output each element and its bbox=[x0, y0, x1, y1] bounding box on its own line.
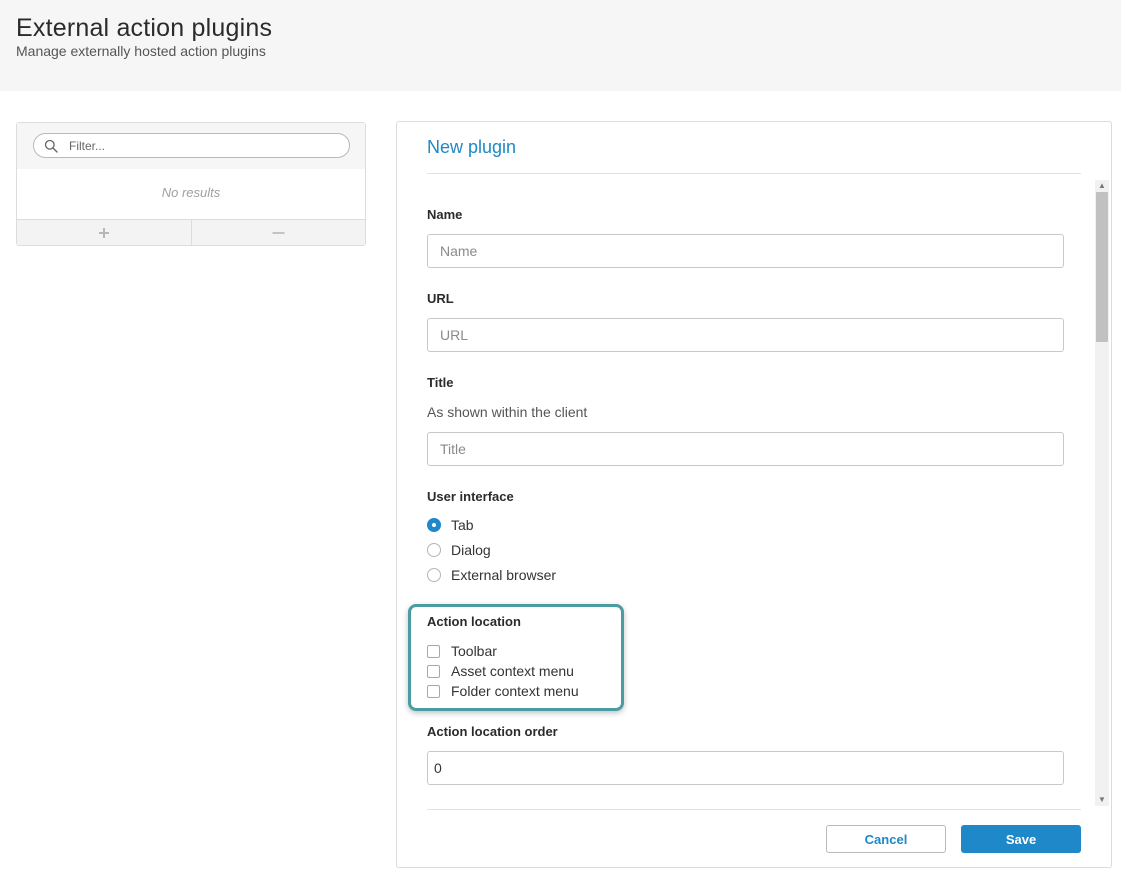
checkbox-label: Toolbar bbox=[451, 643, 497, 659]
title-input[interactable] bbox=[427, 432, 1064, 466]
title-hint: As shown within the client bbox=[427, 404, 588, 420]
radio-option-tab[interactable]: Tab bbox=[427, 517, 474, 533]
action-location-label: Action location bbox=[427, 614, 521, 629]
filter-box[interactable] bbox=[33, 133, 350, 158]
radio-option-external-browser[interactable]: External browser bbox=[427, 567, 556, 583]
save-button[interactable]: Save bbox=[961, 825, 1081, 853]
form-scroll-area[interactable]: Name URL Title As shown within the clien… bbox=[397, 178, 1111, 806]
checkbox[interactable] bbox=[427, 644, 440, 658]
scroll-down-arrow-icon[interactable]: ▼ bbox=[1095, 794, 1109, 806]
checkbox-option-toolbar[interactable]: Toolbar bbox=[427, 643, 497, 659]
name-input[interactable] bbox=[427, 234, 1064, 268]
remove-plugin-button[interactable] bbox=[190, 220, 366, 245]
title-label: Title bbox=[427, 375, 454, 390]
minus-icon bbox=[272, 231, 285, 234]
search-icon bbox=[44, 139, 58, 153]
plugin-form-panel: New plugin Name URL Title As shown withi… bbox=[396, 121, 1112, 868]
url-label: URL bbox=[427, 291, 454, 306]
filter-input[interactable] bbox=[69, 136, 339, 155]
radio-label: External browser bbox=[451, 567, 557, 583]
radio-label: Dialog bbox=[451, 542, 491, 558]
page-header: External action plugins Manage externall… bbox=[0, 0, 1121, 91]
filter-bar bbox=[17, 123, 365, 169]
scroll-up-arrow-icon[interactable]: ▲ bbox=[1095, 180, 1109, 192]
page-title: External action plugins bbox=[16, 14, 273, 42]
form-footer-divider bbox=[427, 809, 1081, 810]
checkbox-option-folder-context-menu[interactable]: Folder context menu bbox=[427, 683, 579, 699]
form-scrollbar[interactable]: ▲ ▼ bbox=[1095, 180, 1109, 806]
checkbox[interactable] bbox=[427, 684, 440, 698]
plugin-list-panel: No results bbox=[16, 122, 366, 246]
page-subtitle: Manage externally hosted action plugins bbox=[16, 43, 266, 59]
plus-icon bbox=[98, 227, 109, 238]
checkbox[interactable] bbox=[427, 664, 440, 678]
cancel-button[interactable]: Cancel bbox=[826, 825, 946, 853]
scroll-thumb[interactable] bbox=[1096, 192, 1108, 342]
checkbox-label: Asset context menu bbox=[451, 663, 574, 679]
radio-button[interactable] bbox=[427, 543, 441, 557]
name-label: Name bbox=[427, 207, 463, 222]
form-title-divider bbox=[427, 173, 1081, 174]
checkbox-label: Folder context menu bbox=[451, 683, 579, 699]
no-results-text: No results bbox=[161, 185, 221, 200]
add-plugin-button[interactable] bbox=[17, 220, 191, 245]
list-toolbar bbox=[17, 219, 365, 245]
url-input[interactable] bbox=[427, 318, 1064, 352]
radio-option-dialog[interactable]: Dialog bbox=[427, 542, 491, 558]
form-title: New plugin bbox=[427, 137, 517, 157]
radio-button[interactable] bbox=[427, 568, 441, 582]
radio-label: Tab bbox=[451, 517, 474, 533]
action-location-order-input[interactable] bbox=[427, 751, 1064, 785]
checkbox-option-asset-context-menu[interactable]: Asset context menu bbox=[427, 663, 574, 679]
radio-button-checked[interactable] bbox=[427, 518, 441, 532]
user-interface-label: User interface bbox=[427, 489, 514, 504]
action-location-order-label: Action location order bbox=[427, 724, 558, 739]
